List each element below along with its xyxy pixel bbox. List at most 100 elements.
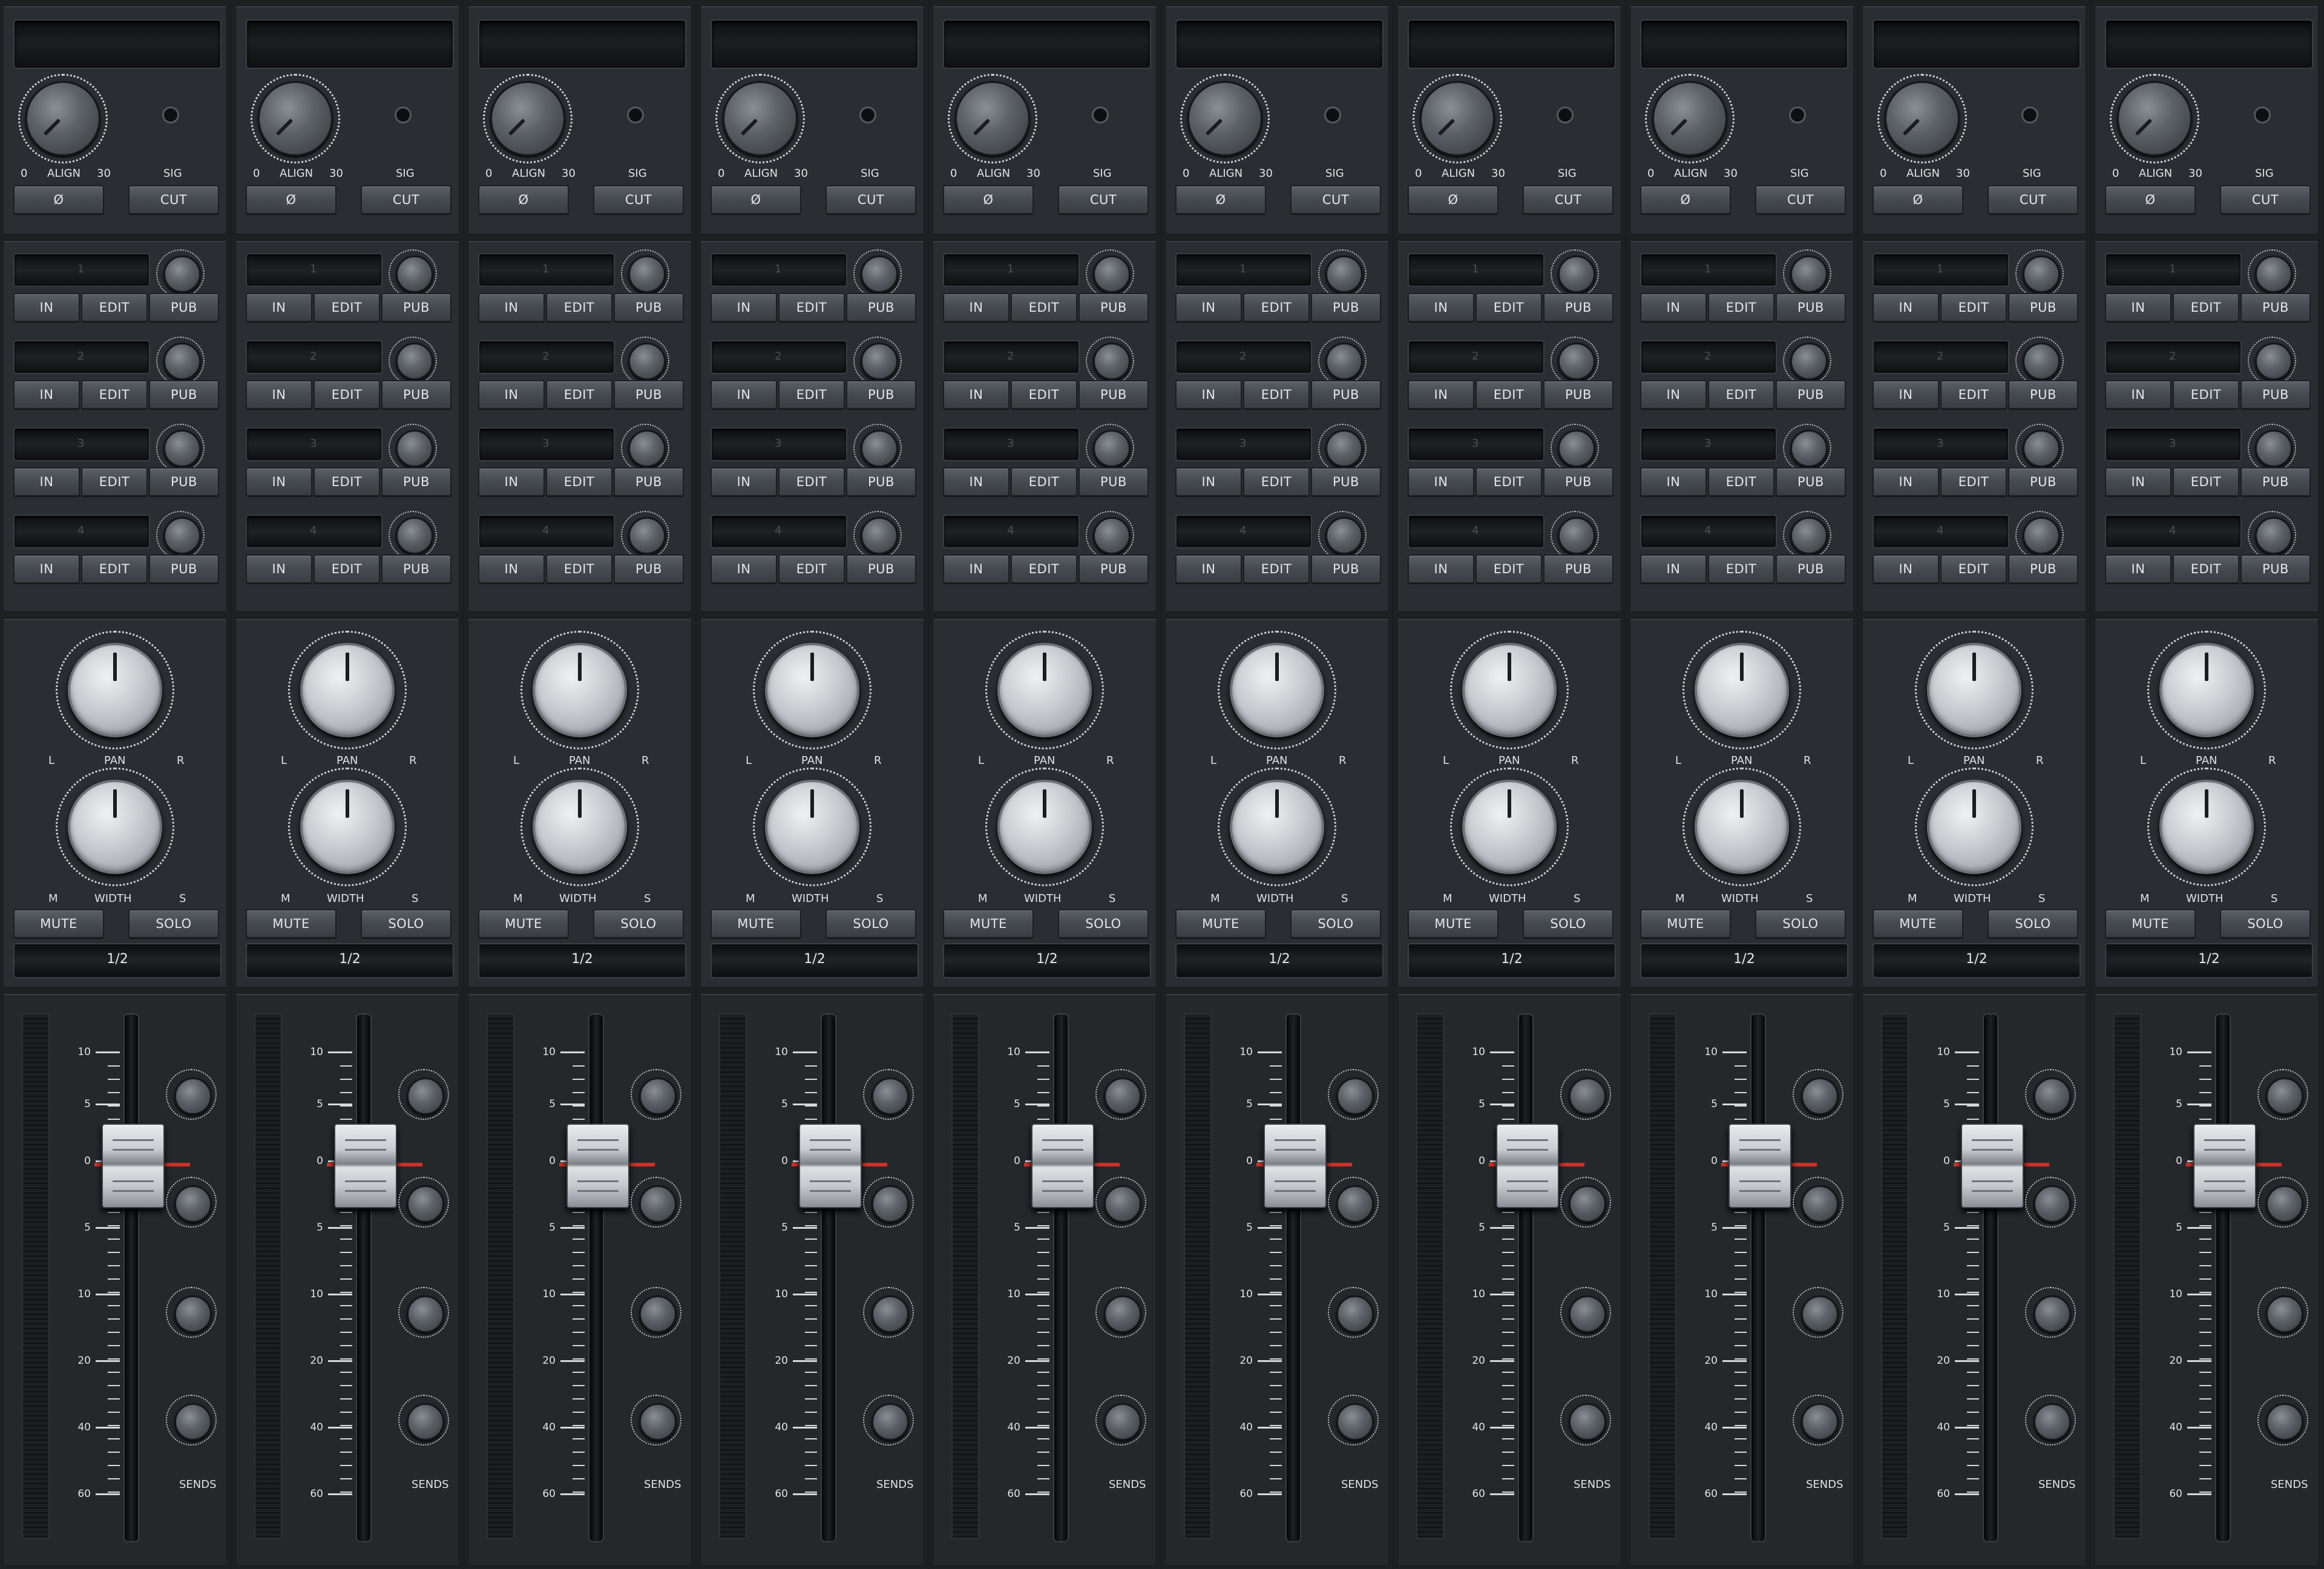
insert-level-knob[interactable] [1558,517,1595,554]
send-knob-4[interactable] [872,1403,909,1441]
insert-edit-button[interactable]: EDIT [313,293,380,322]
insert-edit-button[interactable]: EDIT [1243,554,1310,584]
mute-button[interactable]: MUTE [13,909,104,938]
insert-pub-button[interactable]: PUB [1311,293,1381,322]
insert-slot-display[interactable]: 3 [478,427,615,461]
insert-level-knob[interactable] [1325,430,1363,467]
send-knob-2[interactable] [2034,1185,2071,1223]
insert-in-button[interactable]: IN [1175,293,1242,322]
send-knob-1[interactable] [2034,1077,2071,1115]
align-knob[interactable] [1187,81,1262,156]
solo-button[interactable]: SOLO [128,909,219,938]
cut-button[interactable]: CUT [361,185,451,214]
insert-pub-button[interactable]: PUB [1776,380,1846,409]
cut-button[interactable]: CUT [1290,185,1381,214]
fader-track[interactable] [1285,1013,1301,1542]
send-knob-1[interactable] [1569,1077,1606,1115]
channel-name-display[interactable] [1408,19,1616,69]
insert-pub-button[interactable]: PUB [381,380,451,409]
insert-slot-display[interactable]: 3 [1873,427,2009,461]
insert-pub-button[interactable]: PUB [149,467,219,496]
insert-in-button[interactable]: IN [711,467,777,496]
volume-fader[interactable] [1961,1123,2024,1208]
insert-edit-button[interactable]: EDIT [1243,380,1310,409]
insert-edit-button[interactable]: EDIT [1708,380,1774,409]
volume-fader[interactable] [2193,1123,2256,1208]
insert-pub-button[interactable]: PUB [1078,467,1149,496]
insert-level-knob[interactable] [1558,255,1595,293]
insert-pub-button[interactable]: PUB [2008,467,2078,496]
mute-button[interactable]: MUTE [2105,909,2196,938]
insert-slot-display[interactable]: 4 [478,515,615,548]
solo-button[interactable]: SOLO [1290,909,1381,938]
insert-level-knob[interactable] [396,517,433,554]
insert-edit-button[interactable]: EDIT [778,467,845,496]
width-knob[interactable] [997,780,1092,874]
insert-in-button[interactable]: IN [246,467,312,496]
phase-invert-button[interactable]: Ø [2105,185,2196,214]
insert-slot-display[interactable]: 3 [1640,427,1777,461]
width-knob[interactable] [1927,780,2021,874]
channel-name-display[interactable] [478,19,686,69]
output-routing-selector[interactable]: 1/2 [711,943,919,978]
send-knob-4[interactable] [1336,1403,1374,1441]
cut-button[interactable]: CUT [128,185,219,214]
insert-in-button[interactable]: IN [246,380,312,409]
insert-in-button[interactable]: IN [2105,467,2171,496]
volume-fader[interactable] [1264,1123,1327,1208]
send-knob-2[interactable] [1104,1185,1141,1223]
volume-fader[interactable] [1728,1123,1791,1208]
insert-edit-button[interactable]: EDIT [1940,467,2007,496]
insert-edit-button[interactable]: EDIT [1708,293,1774,322]
send-knob-2[interactable] [872,1185,909,1223]
align-knob[interactable] [258,81,333,156]
insert-level-knob[interactable] [2255,517,2293,554]
insert-slot-display[interactable]: 4 [943,515,1080,548]
insert-pub-button[interactable]: PUB [2008,293,2078,322]
insert-in-button[interactable]: IN [1408,293,1474,322]
insert-in-button[interactable]: IN [943,467,1009,496]
solo-button[interactable]: SOLO [826,909,916,938]
insert-in-button[interactable]: IN [13,380,80,409]
insert-slot-display[interactable]: 1 [1640,253,1777,287]
insert-in-button[interactable]: IN [1175,380,1242,409]
insert-level-knob[interactable] [628,517,666,554]
insert-edit-button[interactable]: EDIT [1708,554,1774,584]
insert-pub-button[interactable]: PUB [2240,293,2311,322]
insert-in-button[interactable]: IN [2105,380,2171,409]
insert-in-button[interactable]: IN [13,554,80,584]
insert-slot-display[interactable]: 2 [13,340,150,374]
insert-in-button[interactable]: IN [943,380,1009,409]
width-knob[interactable] [533,780,627,874]
insert-slot-display[interactable]: 2 [1408,340,1544,374]
insert-level-knob[interactable] [163,255,201,293]
send-knob-2[interactable] [1569,1185,1606,1223]
send-knob-1[interactable] [1801,1077,1839,1115]
insert-slot-display[interactable]: 4 [13,515,150,548]
align-knob[interactable] [1652,81,1727,156]
insert-in-button[interactable]: IN [943,554,1009,584]
insert-edit-button[interactable]: EDIT [1475,293,1542,322]
cut-button[interactable]: CUT [826,185,916,214]
insert-edit-button[interactable]: EDIT [1940,380,2007,409]
insert-slot-display[interactable]: 4 [1640,515,1777,548]
insert-in-button[interactable]: IN [1873,467,1939,496]
insert-level-knob[interactable] [163,343,201,380]
insert-in-button[interactable]: IN [1175,554,1242,584]
cut-button[interactable]: CUT [2220,185,2311,214]
insert-level-knob[interactable] [1790,343,1828,380]
send-knob-2[interactable] [174,1185,212,1223]
cut-button[interactable]: CUT [1755,185,1846,214]
insert-pub-button[interactable]: PUB [846,467,916,496]
output-routing-selector[interactable]: 1/2 [246,943,454,978]
pan-knob[interactable] [1230,643,1324,737]
channel-name-display[interactable] [1873,19,2081,69]
insert-pub-button[interactable]: PUB [1078,380,1149,409]
cut-button[interactable]: CUT [1058,185,1149,214]
send-knob-3[interactable] [1336,1295,1374,1333]
insert-pub-button[interactable]: PUB [2240,554,2311,584]
insert-slot-display[interactable]: 1 [478,253,615,287]
insert-slot-display[interactable]: 4 [1873,515,2009,548]
insert-level-knob[interactable] [396,343,433,380]
output-routing-selector[interactable]: 1/2 [1175,943,1384,978]
